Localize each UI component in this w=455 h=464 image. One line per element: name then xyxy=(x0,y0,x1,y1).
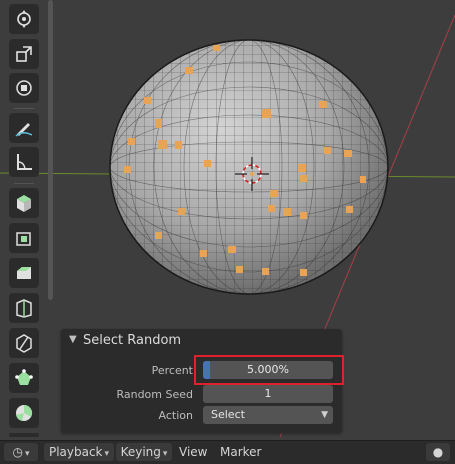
toolbar-separator xyxy=(14,183,34,184)
chevron-down-icon: ▾ xyxy=(162,449,168,459)
record-icon: ● xyxy=(432,445,444,459)
percent-label: Percent xyxy=(151,364,193,377)
collapse-chevron-icon[interactable]: ▼ xyxy=(69,334,77,345)
playback-menu[interactable]: Playback ▾ xyxy=(44,443,114,461)
loop-cut-icon[interactable] xyxy=(9,328,39,358)
random-seed-label: Random Seed xyxy=(116,388,193,401)
measure-icon[interactable] xyxy=(9,147,39,177)
inset-faces-icon[interactable] xyxy=(9,258,39,288)
toolbar-separator xyxy=(14,108,34,109)
random-seed-value: 1 xyxy=(264,387,272,400)
editor-type-button[interactable]: ◷ ▾ xyxy=(4,443,38,461)
action-value: Select xyxy=(211,408,245,421)
tool-shelf xyxy=(6,0,42,437)
uv-sphere-mesh xyxy=(109,39,389,295)
panel-header[interactable]: ▼ Select Random xyxy=(61,329,342,353)
bevel-icon[interactable] xyxy=(9,293,39,323)
annotate-icon[interactable] xyxy=(9,113,39,143)
toolbar-scrollbar[interactable] xyxy=(48,0,53,300)
poly-build-icon[interactable] xyxy=(9,363,39,393)
auto-keying-record-button[interactable]: ● xyxy=(426,443,450,461)
chevron-down-icon: ▼ xyxy=(321,410,328,420)
toolbar-overflow xyxy=(9,433,39,437)
keying-label: Keying xyxy=(120,445,161,459)
chevron-down-icon: ▾ xyxy=(24,449,30,459)
transform-icon[interactable] xyxy=(9,4,39,34)
spin-icon[interactable] xyxy=(9,398,39,428)
marker-menu[interactable]: Marker xyxy=(220,443,261,461)
playback-label: Playback xyxy=(48,445,103,459)
panel-title: Select Random xyxy=(83,333,182,348)
random-seed-field[interactable]: 1 xyxy=(203,385,333,403)
action-dropdown[interactable]: Select ▼ xyxy=(203,406,333,424)
highlight-box xyxy=(194,355,344,385)
keying-menu[interactable]: Keying ▾ xyxy=(116,443,172,461)
scale-icon[interactable] xyxy=(9,39,39,69)
add-cube-icon[interactable] xyxy=(9,188,39,218)
transform-gizmo-icon[interactable] xyxy=(9,73,39,103)
extrude-region-icon[interactable] xyxy=(9,223,39,253)
timeline-header: ◷ ▾ Playback ▾ Keying ▾ View Marker ● xyxy=(0,440,455,464)
chevron-down-icon: ▾ xyxy=(104,449,110,459)
action-label: Action xyxy=(158,409,193,422)
3d-viewport[interactable]: ▼ Select Random Percent 5.000% Random Se… xyxy=(0,0,455,437)
clock-icon: ◷ xyxy=(12,445,23,459)
view-menu[interactable]: View xyxy=(179,443,207,461)
